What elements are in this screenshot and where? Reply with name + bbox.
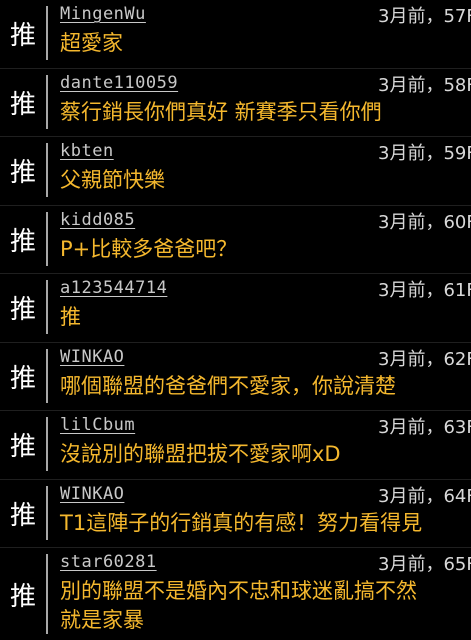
comment-row: 推 kbten 3月前，59F 父親節快樂 [0, 137, 471, 206]
comment-text: 沒說別的聯盟把拔不愛家啊xD [60, 440, 467, 469]
comment-row: 推 kidd085 3月前，60F P+比較多爸爸吧？ [0, 206, 471, 274]
comment-text: 推 [60, 303, 467, 332]
divider-bar [46, 485, 48, 540]
comment-username-link[interactable]: WINKAO [60, 347, 124, 367]
comment-timestamp: 3月前，64F [378, 485, 471, 507]
divider-bar [46, 280, 48, 334]
comment-text-line: 別的聯盟不是婚內不忠和球迷亂搞不然 [60, 579, 417, 603]
comment-row: 推 dante110059 3月前，58F 蔡行銷長你們真好 新賽季只看你們 [0, 69, 471, 137]
push-tag: 推 [9, 21, 36, 52]
divider-bar [46, 211, 48, 266]
push-tag: 推 [9, 158, 36, 189]
divider-bar [46, 554, 48, 634]
divider-bar [46, 417, 48, 471]
push-tag: 推 [9, 363, 36, 394]
comment-text-line: 就是家暴 [60, 608, 144, 632]
comment-text: 哪個聯盟的爸爸們不愛家，你說清楚 [60, 372, 467, 401]
push-tag: 推 [9, 500, 36, 531]
divider-bar [46, 6, 48, 60]
comment-username-link[interactable]: a123544714 [60, 278, 167, 298]
comment-text-line: 推 [60, 305, 81, 329]
comment-timestamp: 3月前，65F [378, 554, 471, 575]
divider-bar [46, 74, 48, 129]
comment-text: P+比較多爸爸吧？ [60, 235, 467, 264]
comment-text-line: 蔡行銷長你們真好 新賽季只看你們 [60, 99, 382, 124]
comment-text: T1這陣子的行銷真的有感！努力看得見 [60, 509, 467, 538]
comment-text: 父親節快樂 [60, 166, 467, 195]
comment-timestamp: 3月前，58F [378, 74, 471, 96]
comment-text-line: 超愛家 [60, 31, 123, 55]
comment-text: 蔡行銷長你們真好 新賽季只看你們 [60, 98, 467, 127]
comment-row: 推 a123544714 3月前，61F 推 [0, 274, 471, 343]
push-tag: 推 [9, 432, 36, 463]
divider-bar [46, 348, 48, 403]
comment-row: 推 star60281 3月前，65F 別的聯盟不是婚內不忠和球迷亂搞不然 就是… [0, 548, 471, 640]
comment-row: 推 WINKAO 3月前，62F 哪個聯盟的爸爸們不愛家，你說清楚 [0, 343, 471, 411]
comment-text-line: 哪個聯盟的爸爸們不愛家，你說清楚 [60, 373, 396, 398]
push-tag: 推 [9, 581, 36, 612]
comment-timestamp: 3月前，61F [378, 280, 471, 301]
comment-username-link[interactable]: WINKAO [60, 484, 124, 504]
comment-list: 推 MingenWu 3月前，57F 超愛家 推 dante110059 3月前… [0, 0, 471, 640]
comment-text: 別的聯盟不是婚內不忠和球迷亂搞不然 就是家暴 [60, 577, 467, 635]
comment-username-link[interactable]: kbten [60, 141, 114, 161]
comment-text-line: T1這陣子的行銷真的有感！努力看得見 [60, 510, 423, 535]
comment-timestamp: 3月前，63F [378, 417, 471, 438]
comment-text-line: 父親節快樂 [60, 168, 165, 192]
comment-username-link[interactable]: dante110059 [60, 73, 178, 93]
comment-timestamp: 3月前，59F [378, 143, 471, 164]
comment-text-line: P+比較多爸爸吧？ [60, 236, 238, 261]
comment-text-line: 沒說別的聯盟把拔不愛家啊xD [60, 442, 341, 466]
comment-username-link[interactable]: star60281 [60, 552, 157, 572]
comment-text: 超愛家 [60, 29, 467, 58]
comment-username-link[interactable]: MingenWu [60, 4, 146, 24]
push-tag: 推 [9, 295, 36, 326]
comment-timestamp: 3月前，60F [378, 211, 471, 233]
comment-timestamp: 3月前，62F [378, 348, 471, 370]
push-tag: 推 [9, 226, 36, 257]
comment-row: 推 WINKAO 3月前，64F T1這陣子的行銷真的有感！努力看得見 [0, 480, 471, 548]
comment-row: 推 lilCbum 3月前，63F 沒說別的聯盟把拔不愛家啊xD [0, 411, 471, 480]
divider-bar [46, 143, 48, 197]
comment-timestamp: 3月前，57F [378, 6, 471, 27]
push-tag: 推 [9, 89, 36, 120]
comment-row: 推 MingenWu 3月前，57F 超愛家 [0, 0, 471, 69]
comment-username-link[interactable]: lilCbum [60, 415, 135, 435]
comment-username-link[interactable]: kidd085 [60, 210, 135, 230]
